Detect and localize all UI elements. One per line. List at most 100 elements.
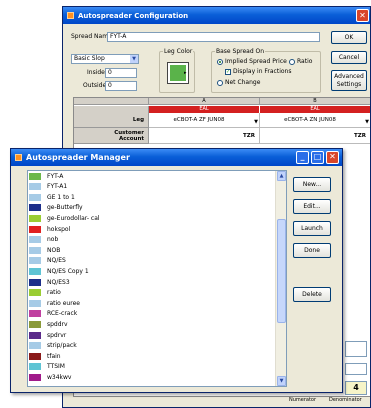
spread-name-input[interactable]: FYT-A [107, 32, 320, 42]
implied-spread-radio[interactable]: Implied Spread Price [217, 58, 287, 65]
list-item-label: FYT-A1 [47, 183, 68, 191]
denominator-label: Denominator [329, 397, 362, 403]
list-item[interactable]: NQ/ES3 [28, 278, 274, 286]
display-fractions-checkbox[interactable]: ✓ Display in Fractions [225, 68, 291, 75]
list-item[interactable]: ge-Eurodollar- cal [28, 214, 274, 222]
list-item[interactable]: ge-Butterfly [28, 204, 274, 212]
slop-select[interactable]: Basic Slop ▼ [71, 54, 139, 64]
edit-button[interactable]: Edit... [293, 199, 331, 214]
scroll-thumb[interactable] [277, 219, 286, 323]
list-item[interactable]: spddrv [28, 320, 274, 328]
new-button-label: New... [302, 181, 322, 188]
chevron-down-icon: ▼ [365, 119, 369, 125]
list-item[interactable]: NQ/ES Copy 1 [28, 267, 274, 275]
config-window-title: Autospreader Configuration [78, 11, 189, 20]
launch-button-label: Launch [301, 225, 323, 232]
leg-color-label: Leg Color [163, 48, 194, 55]
list-item[interactable]: TTSIM [28, 363, 274, 371]
autospreader-manager-window: Autospreader Manager _ □ ✕ FYT-A FYT-A1 GE… [10, 148, 343, 393]
grid-corner [74, 98, 149, 105]
net-change-radio[interactable]: Net Change [217, 79, 260, 86]
config-title-bar[interactable]: Autospreader Configuration [63, 7, 370, 24]
scroll-down-icon[interactable]: ▼ [277, 376, 286, 386]
list-item[interactable]: hokspol [28, 225, 274, 233]
numeric-input[interactable] [345, 341, 367, 357]
color-swatch [29, 320, 41, 328]
column-header-b[interactable]: B [260, 98, 370, 105]
color-swatch [29, 289, 41, 297]
maximize-icon[interactable]: □ [311, 151, 324, 164]
color-swatch [29, 246, 41, 254]
new-button[interactable]: New... [293, 177, 331, 192]
color-swatch [29, 342, 41, 350]
scroll-up-icon[interactable]: ▲ [277, 171, 286, 181]
spread-list[interactable]: FYT-A FYT-A1 GE 1 to 1 ge-Butterfly ge-Eurod… [27, 170, 287, 387]
numeric-input-2[interactable] [345, 363, 367, 375]
list-item[interactable]: nob [28, 236, 274, 244]
list-item[interactable]: NOB [28, 246, 274, 254]
chevron-down-icon: ▼ [130, 55, 138, 63]
list-item[interactable]: tfain [28, 352, 274, 360]
close-icon[interactable]: ✕ [326, 151, 339, 164]
numerator-label: Numerator [289, 397, 317, 403]
color-dropdown-icon: ▸ [184, 70, 187, 76]
account-b-cell[interactable]: TZR [260, 128, 370, 144]
color-swatch [29, 257, 41, 265]
list-item-label: NQ/ES3 [47, 278, 70, 286]
minimize-icon[interactable]: _ [296, 151, 309, 164]
inside-input[interactable]: 0 [105, 68, 137, 78]
color-swatch [29, 214, 41, 222]
list-item-label: nob [47, 236, 59, 244]
list-item[interactable]: w34kwv [28, 373, 274, 381]
list-item[interactable]: strip/pack [28, 342, 274, 350]
value-box: 4 [345, 381, 367, 395]
leg-b-value: eCBOT-A ZN JUN08 [284, 117, 336, 123]
chevron-down-icon: ▼ [254, 119, 258, 125]
slop-select-value: Basic Slop [74, 55, 105, 62]
implied-spread-label: Implied Spread Price [225, 58, 287, 65]
account-b-value: TZR [354, 133, 366, 139]
leg-a-select[interactable]: eCBOT-A ZF JUN08 ▼ [149, 113, 260, 128]
outside-input[interactable]: 0 [105, 81, 137, 91]
list-item[interactable]: spdrvr [28, 331, 274, 339]
done-button[interactable]: Done [293, 243, 331, 258]
base-spread-label: Base Spread On [215, 48, 266, 55]
inside-label: Inside: [87, 69, 107, 76]
column-header-a[interactable]: A [149, 98, 260, 105]
list-scrollbar[interactable]: ▲ ▼ [275, 171, 286, 386]
ratio-radio[interactable]: Ratio [289, 58, 312, 65]
list-item[interactable]: ratio euree [28, 299, 274, 307]
grid-row-header-blank [74, 106, 149, 113]
app-icon [67, 12, 74, 19]
list-item[interactable]: FYT-A1 [28, 183, 274, 191]
list-item-label: ge-Eurodollar- cal [47, 214, 100, 222]
account-a-cell[interactable]: TZR [149, 128, 260, 144]
checkbox-checked-icon: ✓ [225, 68, 231, 75]
color-swatch [29, 278, 41, 286]
ok-button[interactable]: OK [331, 31, 367, 44]
advanced-settings-button[interactable]: Advanced Settings [331, 70, 367, 91]
radio-selected-icon [217, 58, 223, 65]
list-item[interactable]: NQ/ES [28, 257, 274, 265]
manager-window-title: Autospreader Manager [26, 153, 130, 162]
customer-account-label: Customer Account [74, 128, 149, 144]
color-swatch [29, 352, 41, 360]
list-item[interactable]: FYT-A [28, 172, 274, 180]
config-close-icon[interactable]: ✕ [356, 9, 369, 22]
launch-button[interactable]: Launch [293, 221, 331, 236]
list-item[interactable]: GE 1 to 1 [28, 193, 274, 201]
leg-b-select[interactable]: eCBOT-A ZN JUN08 ▼ [260, 113, 370, 128]
list-item[interactable]: ratio [28, 289, 274, 297]
app-icon [15, 154, 22, 161]
list-item-label: FYT-A [47, 172, 64, 180]
list-item-label: RCE-crack [47, 310, 78, 318]
cancel-button[interactable]: Cancel [331, 51, 367, 64]
color-swatch [29, 299, 41, 307]
delete-button[interactable]: Delete [293, 287, 331, 302]
list-item-label: strip/pack [47, 342, 77, 350]
list-item[interactable]: RCE-crack [28, 310, 274, 318]
list-item-label: spddrv [47, 320, 68, 328]
delete-button-label: Delete [302, 291, 322, 298]
color-swatch [29, 204, 41, 212]
manager-title-bar[interactable]: Autospreader Manager [11, 149, 342, 166]
